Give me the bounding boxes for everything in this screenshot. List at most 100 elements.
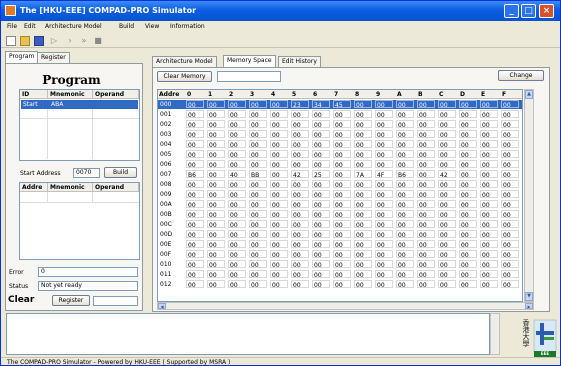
scroll-down-icon[interactable]: ▼ (525, 292, 533, 301)
memory-row[interactable]: 00E 00 00 00 00 00 00 00 00 00 00 00 00 00 00 00 00 (158, 240, 522, 249)
memory-cell[interactable]: 00 (501, 250, 519, 259)
memory-cell[interactable]: 00 (312, 250, 330, 259)
column-header-offset[interactable]: C (438, 90, 459, 99)
memory-cell[interactable]: 00 (249, 230, 267, 239)
memory-cell[interactable]: 00 (459, 180, 477, 189)
memory-cell[interactable]: 00 (207, 230, 225, 239)
memory-row[interactable]: 000 00 00 00 00 00 23 34 45 00 00 00 00 00 00 00 00 (158, 100, 522, 109)
tab-program[interactable]: Program (5, 51, 39, 63)
memory-cell[interactable]: 00 (270, 180, 288, 189)
memory-cell[interactable]: 42 (438, 170, 456, 179)
memory-cell[interactable]: 00 (312, 120, 330, 129)
memory-cell[interactable]: 00 (438, 120, 456, 129)
memory-cell[interactable]: 00 (228, 120, 246, 129)
memory-cell[interactable]: 00 (438, 140, 456, 149)
memory-cell[interactable]: 00 (354, 130, 372, 139)
memory-cell[interactable]: 00 (375, 240, 393, 249)
memory-cell[interactable]: 00 (207, 180, 225, 189)
memory-cell[interactable]: 00 (501, 280, 519, 289)
memory-cell[interactable]: 00 (270, 230, 288, 239)
menu-view[interactable]: View (145, 23, 159, 30)
menu-information[interactable]: Information (170, 23, 205, 30)
memory-cell[interactable]: 00 (333, 270, 351, 279)
memory-cell[interactable]: 00 (312, 130, 330, 139)
memory-input[interactable] (217, 71, 281, 82)
memory-cell[interactable]: 00 (207, 270, 225, 279)
memory-cell[interactable]: 00 (501, 150, 519, 159)
column-header-offset[interactable]: 9 (375, 90, 396, 99)
memory-cell[interactable]: 00 (438, 240, 456, 249)
memory-cell[interactable]: 00 (459, 250, 477, 259)
memory-cell[interactable]: 00 (354, 210, 372, 219)
memory-cell[interactable]: 00 (438, 100, 456, 109)
memory-cell[interactable]: BB (249, 170, 267, 179)
memory-horizontal-scrollbar[interactable]: ◀ ▶ (157, 302, 534, 310)
memory-cell[interactable]: 00 (396, 210, 414, 219)
memory-cell[interactable]: 00 (333, 170, 351, 179)
memory-cell[interactable]: 00 (396, 240, 414, 249)
memory-cell[interactable]: 00 (249, 100, 267, 109)
column-header-offset[interactable]: E (480, 90, 501, 99)
memory-cell[interactable]: 00 (249, 200, 267, 209)
scroll-up-icon[interactable]: ▲ (525, 90, 533, 99)
output-console[interactable] (6, 313, 490, 355)
memory-cell[interactable]: 00 (270, 110, 288, 119)
column-header-offset[interactable]: 2 (228, 90, 249, 99)
memory-cell[interactable]: 00 (186, 150, 204, 159)
memory-cell[interactable]: 00 (333, 150, 351, 159)
memory-cell[interactable]: 00 (438, 260, 456, 269)
memory-vertical-scrollbar[interactable]: ▲ ▼ (524, 89, 534, 302)
memory-cell[interactable]: 00 (417, 110, 435, 119)
memory-cell[interactable]: 00 (354, 110, 372, 119)
memory-cell[interactable]: 00 (333, 280, 351, 289)
memory-cell[interactable]: 00 (312, 210, 330, 219)
memory-cell[interactable]: 00 (438, 160, 456, 169)
memory-row[interactable]: 00A 00 00 00 00 00 00 00 00 00 00 00 00 00 00 00 00 (158, 200, 522, 209)
memory-cell[interactable]: 00 (354, 270, 372, 279)
memory-cell[interactable]: 00 (417, 250, 435, 259)
memory-cell[interactable]: 00 (501, 220, 519, 229)
memory-cell[interactable]: 00 (207, 240, 225, 249)
memory-cell[interactable]: 00 (417, 150, 435, 159)
memory-cell[interactable]: 00 (480, 240, 498, 249)
start-address-field[interactable]: 0070 (73, 168, 100, 178)
column-header-offset[interactable]: F (501, 90, 522, 99)
tab-memory-space[interactable]: Memory Space (223, 55, 276, 67)
memory-cell[interactable]: 00 (312, 240, 330, 249)
memory-cell[interactable]: 00 (438, 250, 456, 259)
memory-cell[interactable]: 00 (459, 140, 477, 149)
memory-cell[interactable]: 00 (333, 250, 351, 259)
memory-cell[interactable]: 00 (354, 260, 372, 269)
memory-cell[interactable]: 00 (270, 200, 288, 209)
column-header-address[interactable]: Addre (20, 183, 48, 192)
column-header-offset[interactable]: B (417, 90, 438, 99)
memory-cell[interactable]: 00 (333, 110, 351, 119)
address-grid[interactable]: Addre Mnemonic Operand (19, 182, 140, 260)
memory-cell[interactable]: 00 (270, 210, 288, 219)
build-button[interactable]: Build (104, 167, 137, 178)
memory-cell[interactable]: 00 (417, 220, 435, 229)
memory-cell[interactable]: 00 (480, 230, 498, 239)
memory-cell[interactable]: 00 (459, 110, 477, 119)
memory-cell[interactable]: 00 (480, 190, 498, 199)
memory-cell[interactable]: 00 (270, 120, 288, 129)
memory-row[interactable]: 008 00 00 00 00 00 00 00 00 00 00 00 00 00 00 00 00 (158, 180, 522, 189)
memory-row[interactable]: 007 B6 00 40 BB 00 42 25 00 7A 4F B6 00 42 00 00 00 (158, 170, 522, 179)
memory-cell[interactable]: 00 (480, 110, 498, 119)
memory-cell[interactable]: 00 (186, 120, 204, 129)
memory-cell[interactable]: 00 (270, 100, 288, 109)
memory-cell[interactable]: 00 (459, 130, 477, 139)
column-header-offset[interactable]: 0 (186, 90, 207, 99)
memory-cell[interactable]: 00 (354, 230, 372, 239)
column-header-offset[interactable]: 5 (291, 90, 312, 99)
memory-cell[interactable]: 00 (270, 250, 288, 259)
memory-cell[interactable]: 00 (228, 200, 246, 209)
memory-cell[interactable]: 00 (396, 230, 414, 239)
memory-cell[interactable]: 00 (480, 220, 498, 229)
memory-cell[interactable]: 00 (375, 190, 393, 199)
memory-cell[interactable]: B6 (186, 170, 204, 179)
memory-cell[interactable]: 00 (228, 100, 246, 109)
memory-cell[interactable]: 00 (207, 210, 225, 219)
memory-cell[interactable]: 00 (354, 140, 372, 149)
memory-cell[interactable]: 00 (480, 150, 498, 159)
